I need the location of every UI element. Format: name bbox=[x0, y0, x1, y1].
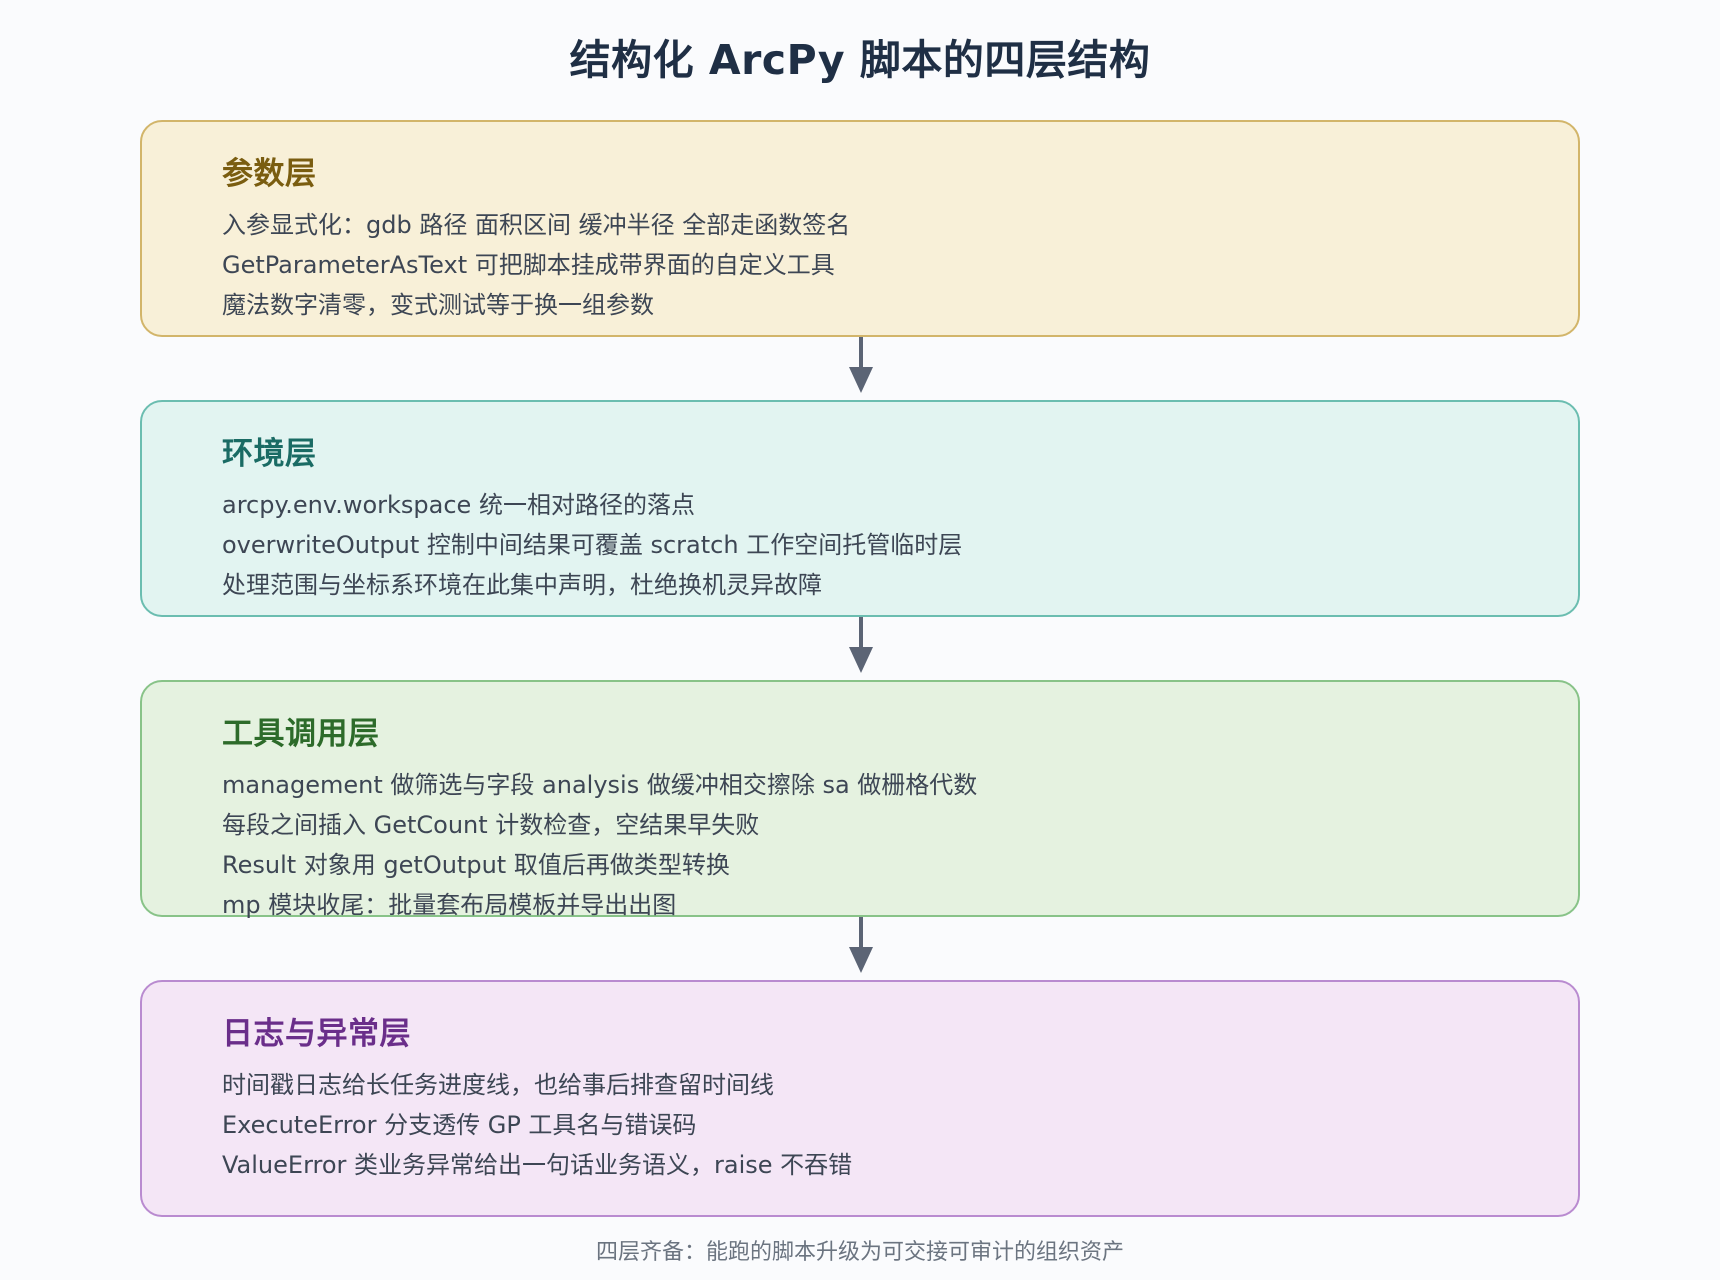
diagram-title: 结构化 ArcPy 脚本的四层结构 bbox=[569, 36, 1151, 84]
layer-line: overwriteOutput 控制中间结果可覆盖 scratch 工作空间托管… bbox=[222, 531, 963, 559]
layer-line: 每段之间插入 GetCount 计数检查，空结果早失败 bbox=[222, 811, 760, 839]
layer-line: GetParameterAsText 可把脚本挂成带界面的自定义工具 bbox=[222, 251, 835, 279]
layer-title: 日志与异常层 bbox=[222, 1016, 411, 1052]
layer-title: 环境层 bbox=[222, 436, 317, 472]
layer-line: ValueError 类业务异常给出一句话业务语义，raise 不吞错 bbox=[222, 1151, 853, 1179]
layer-line: Result 对象用 getOutput 取值后再做类型转换 bbox=[222, 851, 730, 879]
layer-title: 参数层 bbox=[222, 156, 317, 192]
footer-summary: 四层齐备：能跑的脚本升级为可交接可审计的组织资产 bbox=[595, 1240, 1124, 1265]
layer-line: 时间戳日志给长任务进度线，也给事后排查留时间线 bbox=[222, 1071, 774, 1099]
layer-line: 入参显式化：gdb 路径 面积区间 缓冲半径 全部走函数签名 bbox=[222, 211, 851, 239]
layer-line: mp 模块收尾：批量套布局模板并导出出图 bbox=[222, 891, 677, 919]
down-arrow-icon bbox=[849, 917, 873, 973]
layer-line: 魔法数字清零，变式测试等于换一组参数 bbox=[222, 291, 654, 319]
layer-tool-calls: 工具调用层 management 做筛选与字段 analysis 做缓冲相交擦除… bbox=[140, 680, 1580, 919]
layer-logging-exceptions: 日志与异常层 时间戳日志给长任务进度线，也给事后排查留时间线 ExecuteEr… bbox=[140, 980, 1580, 1217]
layer-line: 处理范围与坐标系环境在此集中声明，杜绝换机灵异故障 bbox=[222, 571, 822, 599]
layer-parameters: 参数层 入参显式化：gdb 路径 面积区间 缓冲半径 全部走函数签名 GetPa… bbox=[140, 120, 1580, 337]
layer-environment: 环境层 arcpy.env.workspace 统一相对路径的落点 overwr… bbox=[140, 400, 1580, 617]
layer-line: management 做筛选与字段 analysis 做缓冲相交擦除 sa 做栅… bbox=[222, 771, 978, 799]
layer-line: arcpy.env.workspace 统一相对路径的落点 bbox=[222, 491, 695, 519]
layer-title: 工具调用层 bbox=[222, 716, 380, 752]
down-arrow-icon bbox=[849, 617, 873, 673]
down-arrow-icon bbox=[849, 337, 873, 393]
layer-line: ExecuteError 分支透传 GP 工具名与错误码 bbox=[222, 1111, 697, 1139]
